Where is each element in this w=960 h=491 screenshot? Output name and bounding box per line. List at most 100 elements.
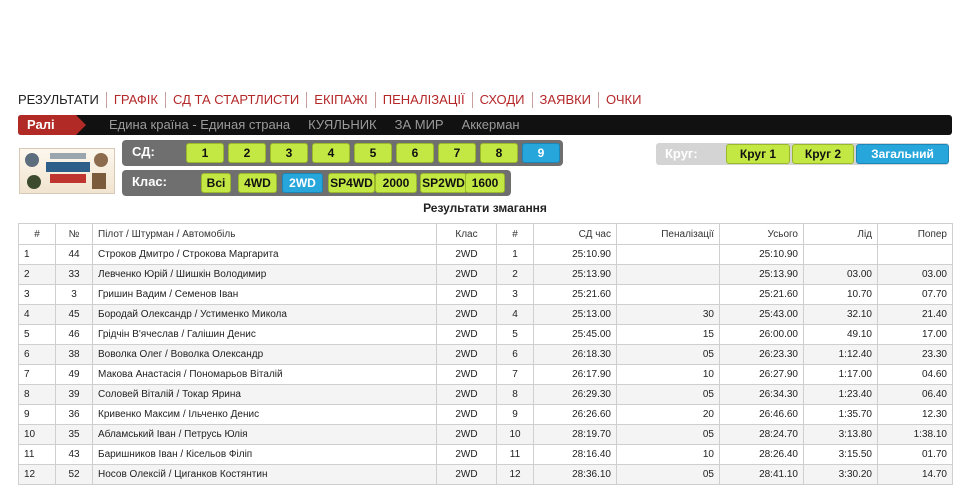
cell-penalties: 05 bbox=[616, 464, 720, 485]
col-header-position: # bbox=[18, 223, 56, 245]
cell-gap-previous: 06.40 bbox=[877, 384, 953, 405]
cell-class-position: 11 bbox=[496, 444, 534, 465]
results-table: # № Пілот / Штурман / Автомобіль Клас # … bbox=[18, 223, 953, 485]
stage-button-9[interactable]: 9 bbox=[522, 143, 560, 163]
class-selector-label: Клас: bbox=[132, 174, 167, 189]
cell-gap-previous: 03.00 bbox=[877, 264, 953, 285]
rally-bar: Ралі Едина країна - Единая страна КУЯЛЬН… bbox=[18, 115, 952, 135]
cell-position: 7 bbox=[18, 364, 56, 385]
class-button-sp4wd[interactable]: SP4WD bbox=[328, 173, 375, 193]
nav-penalties[interactable]: ПЕНАЛІЗАЦІЇ bbox=[374, 92, 472, 108]
cell-crew[interactable]: Абламський Іван / Петрусь Юлія bbox=[92, 424, 437, 445]
main-nav: РЕЗУЛЬТАТИ ГРАФІК СД ТА СТАРТЛИСТИ ЕКІПА… bbox=[18, 91, 648, 109]
nav-retirements[interactable]: СХОДИ bbox=[471, 92, 532, 108]
nav-results[interactable]: РЕЗУЛЬТАТИ bbox=[18, 92, 106, 108]
cell-gap-previous: 14.70 bbox=[877, 464, 953, 485]
stage-selector: СД: 1 2 3 4 5 6 7 8 9 bbox=[122, 140, 563, 166]
cell-crew[interactable]: Грідчін В'ячеслав / Галішин Денис bbox=[92, 324, 437, 345]
cell-position: 3 bbox=[18, 284, 56, 305]
class-button-2000[interactable]: 2000 bbox=[375, 173, 417, 193]
cell-class: 2WD bbox=[436, 284, 497, 305]
nav-stages-startlists[interactable]: СД ТА СТАРТЛИСТИ bbox=[164, 92, 306, 108]
stage-button-1[interactable]: 1 bbox=[186, 143, 224, 163]
cell-class-position: 7 bbox=[496, 364, 534, 385]
cell-crew[interactable]: Соловей Віталій / Токар Ярина bbox=[92, 384, 437, 405]
cell-penalties: 20 bbox=[616, 404, 720, 425]
cell-gap-previous: 01.70 bbox=[877, 444, 953, 465]
cell-total: 28:41.10 bbox=[719, 464, 804, 485]
cell-total: 25:43.00 bbox=[719, 304, 804, 325]
rally-tag: Ралі bbox=[18, 115, 86, 135]
cell-total: 25:21.60 bbox=[719, 284, 804, 305]
rally-link-za-myr[interactable]: ЗА МИР bbox=[395, 115, 444, 135]
stage-button-6[interactable]: 6 bbox=[396, 143, 434, 163]
cell-gap-previous: 23.30 bbox=[877, 344, 953, 365]
col-header-class-position: # bbox=[496, 223, 534, 245]
cell-number: 33 bbox=[55, 264, 93, 285]
rally-link-kuialnyk[interactable]: КУЯЛЬНИК bbox=[308, 115, 376, 135]
cell-crew[interactable]: Строков Дмитро / Строкова Маргарита bbox=[92, 244, 437, 265]
lap-button-2[interactable]: Круг 2 bbox=[792, 144, 854, 164]
cell-gap-leader: 1:23.40 bbox=[803, 384, 878, 405]
cell-crew[interactable]: Воволка Олег / Воволка Олександр bbox=[92, 344, 437, 365]
stage-button-2[interactable]: 2 bbox=[228, 143, 266, 163]
cell-crew[interactable]: Макова Анастасія / Пономарьов Віталій bbox=[92, 364, 437, 385]
cell-penalties bbox=[616, 264, 720, 285]
nav-entries[interactable]: ЗАЯВКИ bbox=[531, 92, 599, 108]
cell-total: 26:46.60 bbox=[719, 404, 804, 425]
nav-schedule[interactable]: ГРАФІК bbox=[105, 92, 165, 108]
nav-points[interactable]: ОЧКИ bbox=[598, 92, 648, 108]
cell-crew[interactable]: Баришников Іван / Кісельов Філіп bbox=[92, 444, 437, 465]
table-row: 11 43 Баришников Іван / Кісельов Філіп 2… bbox=[18, 444, 953, 465]
rally-links: Едина країна - Единая страна КУЯЛЬНИК ЗА… bbox=[109, 115, 538, 135]
cell-class: 2WD bbox=[436, 424, 497, 445]
table-row: 7 49 Макова Анастасія / Пономарьов Вітал… bbox=[18, 364, 953, 385]
cell-penalties: 05 bbox=[616, 384, 720, 405]
cell-gap-previous bbox=[877, 244, 953, 265]
lap-button-1[interactable]: Круг 1 bbox=[726, 144, 790, 164]
cell-crew[interactable]: Левченко Юрій / Шишкін Володимир bbox=[92, 264, 437, 285]
cell-number: 38 bbox=[55, 344, 93, 365]
stage-button-5[interactable]: 5 bbox=[354, 143, 392, 163]
class-button-2wd[interactable]: 2WD bbox=[282, 173, 323, 193]
stage-button-3[interactable]: 3 bbox=[270, 143, 308, 163]
cell-class: 2WD bbox=[436, 304, 497, 325]
stage-button-8[interactable]: 8 bbox=[480, 143, 518, 163]
class-button-all[interactable]: Всі bbox=[201, 173, 231, 193]
results-header-row: # № Пілот / Штурман / Автомобіль Клас # … bbox=[18, 223, 953, 245]
class-button-sp2wd[interactable]: SP2WD bbox=[420, 173, 467, 193]
rally-link-edyna-kraina[interactable]: Едина країна - Единая страна bbox=[109, 115, 290, 135]
rally-link-akkerman[interactable]: Аккерман bbox=[462, 115, 520, 135]
cell-stage-time: 25:10.90 bbox=[533, 244, 617, 265]
lap-selector-label: Круг: bbox=[665, 146, 698, 161]
stage-button-4[interactable]: 4 bbox=[312, 143, 350, 163]
cell-class: 2WD bbox=[436, 324, 497, 345]
nav-crews[interactable]: ЕКІПАЖІ bbox=[306, 92, 375, 108]
cell-gap-leader: 1:17.00 bbox=[803, 364, 878, 385]
cell-gap-leader: 3:15.50 bbox=[803, 444, 878, 465]
cell-stage-time: 28:16.40 bbox=[533, 444, 617, 465]
class-button-4wd[interactable]: 4WD bbox=[238, 173, 277, 193]
col-header-gap-previous: Попер bbox=[877, 223, 953, 245]
cell-gap-previous: 17.00 bbox=[877, 324, 953, 345]
event-logo bbox=[19, 148, 115, 194]
cell-gap-leader: 32.10 bbox=[803, 304, 878, 325]
col-header-number: № bbox=[55, 223, 93, 245]
col-header-gap-leader: Лід bbox=[803, 223, 878, 245]
cell-crew[interactable]: Бородай Олександр / Устименко Микола bbox=[92, 304, 437, 325]
cell-crew[interactable]: Кривенко Максим / Ільченко Денис bbox=[92, 404, 437, 425]
cell-crew[interactable]: Гришин Вадим / Семенов Іван bbox=[92, 284, 437, 305]
cell-class-position: 9 bbox=[496, 404, 534, 425]
table-row: 6 38 Воволка Олег / Воволка Олександр 2W… bbox=[18, 344, 953, 365]
cell-total: 26:00.00 bbox=[719, 324, 804, 345]
class-button-1600[interactable]: 1600 bbox=[465, 173, 505, 193]
table-row: 9 36 Кривенко Максим / Ільченко Денис 2W… bbox=[18, 404, 953, 425]
cell-total: 26:23.30 bbox=[719, 344, 804, 365]
cell-position: 10 bbox=[18, 424, 56, 445]
class-selector: Клас: Всі 4WD 2WD SP4WD 2000 SP2WD 1600 bbox=[122, 170, 511, 196]
cell-crew[interactable]: Носов Олексій / Циганков Костянтин bbox=[92, 464, 437, 485]
cell-class-position: 1 bbox=[496, 244, 534, 265]
cell-gap-previous: 04.60 bbox=[877, 364, 953, 385]
stage-button-7[interactable]: 7 bbox=[438, 143, 476, 163]
lap-button-overall[interactable]: Загальний bbox=[856, 144, 949, 164]
